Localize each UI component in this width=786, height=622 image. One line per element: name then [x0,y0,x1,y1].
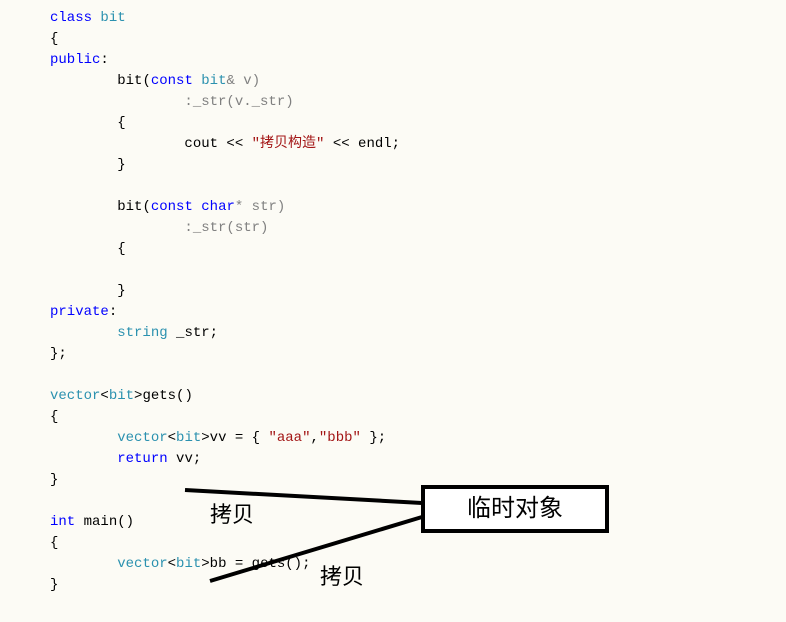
brace: }; [50,346,67,362]
copy-label-1: 拷贝 [210,498,254,531]
type-bit: bit [100,10,125,26]
paren: ( [142,73,150,89]
gt: >vv = { [201,430,260,446]
string-literal: "bbb" [319,430,369,446]
brace: { [50,31,58,47]
lt: < [100,388,108,404]
init-list: :_str(str) [184,220,268,236]
kw-class: class [50,10,92,26]
lt: < [168,430,176,446]
brace: } [50,472,58,488]
ctor-name: bit [117,73,142,89]
kw-int: int [50,514,75,530]
endl: << endl; [333,136,400,152]
brace: { [117,241,125,257]
temp-object-label: 临时对象 [467,491,563,527]
temp-object-box: 临时对象 [421,485,609,533]
param: * str) [235,199,285,215]
type-bit: bit [201,73,226,89]
brace: } [50,577,58,593]
paren: ( [142,199,150,215]
kw-char: char [201,199,235,215]
cout: cout << [184,136,243,152]
brace: { [50,409,58,425]
ctor-name: bit [117,199,142,215]
func-name: gets() [142,388,192,404]
kw-return: return [117,451,167,467]
end: }; [369,430,386,446]
type-bit: bit [109,388,134,404]
gt-call: >bb = gets(); [201,556,310,572]
comma: , [311,430,319,446]
brace: { [117,115,125,131]
member: _str; [168,325,218,341]
type-vector: vector [50,388,100,404]
kw-const: const [151,199,193,215]
main: main() [75,514,134,530]
type-bit: bit [176,556,201,572]
type-vector: vector [117,556,167,572]
type-string: string [117,325,167,341]
string-literal: "aaa" [260,430,310,446]
type-vector: vector [117,430,167,446]
copy-label-2: 拷贝 [320,560,364,593]
kw-const: const [151,73,193,89]
brace: { [50,535,58,551]
brace: } [117,283,125,299]
colon: : [100,52,108,68]
string-literal: "拷贝构造" [243,136,333,152]
brace: } [117,157,125,173]
kw-private: private [50,304,109,320]
lt: < [168,556,176,572]
kw-public: public [50,52,100,68]
type-bit: bit [176,430,201,446]
colon: : [109,304,117,320]
init-list: :_str(v._str) [184,94,293,110]
return-val: vv; [168,451,202,467]
param: & v) [226,73,260,89]
